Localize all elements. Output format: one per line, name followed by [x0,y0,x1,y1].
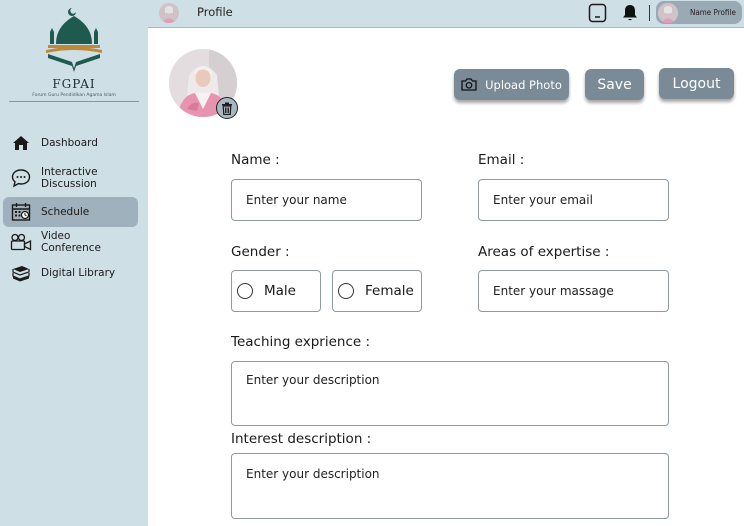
sidebar-item-digital-library[interactable]: Digital Library [3,258,138,288]
teaching-experience-field[interactable]: Enter your description [231,361,669,426]
logo: FGPAI Forum Guru Pendidikan Agama Islam [0,4,148,102]
sidebar-item-interactive-discussion[interactable]: Interactive Discussion [3,163,138,193]
calendar-icon [10,201,32,223]
profile-name: Name Profile [690,8,736,17]
camera-icon [461,78,477,91]
expertise-label: Areas of expertise : [478,244,610,260]
name-field[interactable]: Enter your name [231,179,422,221]
radio-button[interactable] [338,283,354,299]
trash-icon [222,102,232,115]
email-label: Email : [478,152,525,168]
top-bar: Profile Name Profile [148,0,744,28]
profile-menu-button[interactable]: Name Profile [656,1,742,24]
expertise-field[interactable]: Enter your massage [478,270,669,312]
page-title: Profile [197,5,233,19]
interest-description-label: Interest description : [231,431,372,447]
home-icon [10,132,32,154]
video-camera-icon [10,231,32,253]
divider [649,5,650,21]
gender-option-male[interactable]: Male [231,270,321,312]
radio-button[interactable] [237,283,253,299]
sidebar-item-label: Digital Library [41,266,116,279]
avatar[interactable] [159,3,179,23]
upload-photo-label: Upload Photo [485,77,562,92]
main-content: Upload Photo Save Logout Name : Enter yo… [148,29,744,526]
bell-icon[interactable] [622,4,638,22]
teaching-experience-label: Teaching exprience : [231,334,371,350]
sidebar-item-video-conference[interactable]: Video Conference [3,227,138,257]
gender-option-label: Male [264,283,296,299]
upload-photo-button[interactable]: Upload Photo [454,69,569,100]
bookmark-icon[interactable] [588,3,607,23]
sidebar-item-label: Dashboard [41,136,98,149]
logo-title: FGPAI [52,77,96,91]
mosque-logo-icon [46,8,102,72]
gender-option-label: Female [365,283,414,299]
gender-option-female[interactable]: Female [332,270,422,312]
sidebar-item-label: Interactive Discussion [41,165,98,191]
logo-divider [9,101,139,102]
chat-icon [10,167,32,189]
save-button[interactable]: Save [585,69,644,100]
name-label: Name : [231,152,280,168]
logout-button[interactable]: Logout [659,68,734,99]
sidebar-item-label: Video Conference [41,229,102,255]
interest-description-field[interactable]: Enter your description [231,453,669,519]
books-icon [10,262,32,284]
sidebar-item-schedule[interactable]: Schedule [3,197,138,227]
logo-subtitle: Forum Guru Pendidikan Agama Islam [32,93,116,98]
email-field[interactable]: Enter your email [478,179,669,221]
sidebar-item-dashboard[interactable]: Dashboard [3,128,138,158]
gender-label: Gender : [231,244,290,260]
sidebar-item-label: Schedule [41,205,90,218]
sidebar: FGPAI Forum Guru Pendidikan Agama Islam … [0,0,148,526]
avatar [658,2,678,23]
delete-photo-button[interactable] [216,97,238,119]
